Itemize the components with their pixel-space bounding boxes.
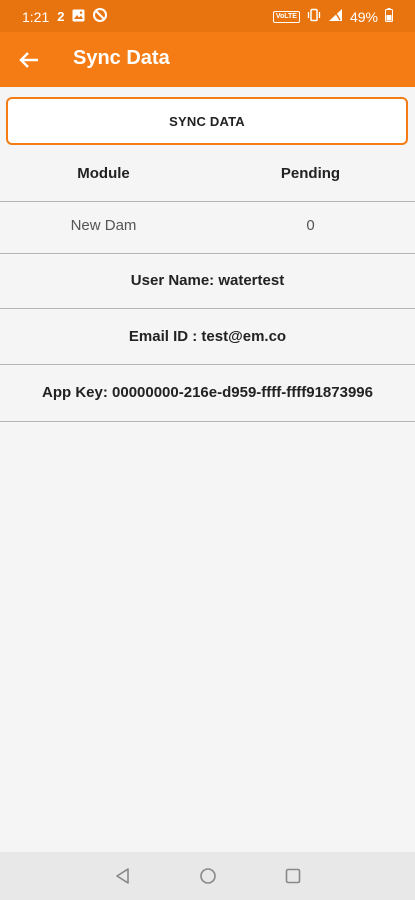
divider: [0, 253, 415, 254]
notification-count: 2: [57, 9, 65, 24]
triangle-back-icon: [116, 868, 129, 884]
sync-disabled-icon: [93, 8, 108, 25]
module-cell: New Dam: [70, 217, 137, 234]
nav-recents-button[interactable]: [282, 865, 304, 887]
divider: [0, 308, 415, 309]
table-header: Module Pending: [0, 150, 415, 200]
vibrate-icon: [307, 8, 321, 25]
app-key-text: App Key: 00000000-216e-d959-ffff-ffff918…: [42, 384, 373, 401]
divider: [0, 421, 415, 422]
image-icon: [72, 9, 85, 25]
signal-icon: [328, 8, 343, 25]
email-text: Email ID : test@em.co: [128, 328, 287, 345]
square-recents-icon: [285, 868, 301, 884]
status-time: 1:21: [22, 8, 50, 25]
nav-back-button[interactable]: [112, 865, 134, 887]
divider: [0, 364, 415, 365]
navigation-bar: [0, 852, 415, 900]
divider: [0, 201, 415, 202]
pending-cell: 0: [306, 217, 315, 234]
battery-icon: [385, 8, 393, 25]
battery-text: 49%: [349, 8, 378, 25]
sync-data-button[interactable]: SYNC DATA: [6, 97, 408, 145]
nav-home-button[interactable]: [197, 865, 219, 887]
column-header-module: Module: [77, 165, 130, 182]
user-name-text: User Name: watertest: [130, 272, 285, 289]
table-row[interactable]: New Dam 0: [0, 203, 415, 253]
arrow-left-icon: [19, 52, 38, 68]
page-title: Sync Data: [73, 47, 170, 69]
circle-home-icon: [200, 868, 216, 884]
status-bar: 1:21 2 VoLTE 49%: [0, 0, 415, 32]
volte-icon: VoLTE: [272, 10, 300, 23]
column-header-pending: Pending: [280, 165, 341, 182]
app-bar: Sync Data: [0, 32, 415, 87]
back-button[interactable]: [14, 44, 46, 76]
